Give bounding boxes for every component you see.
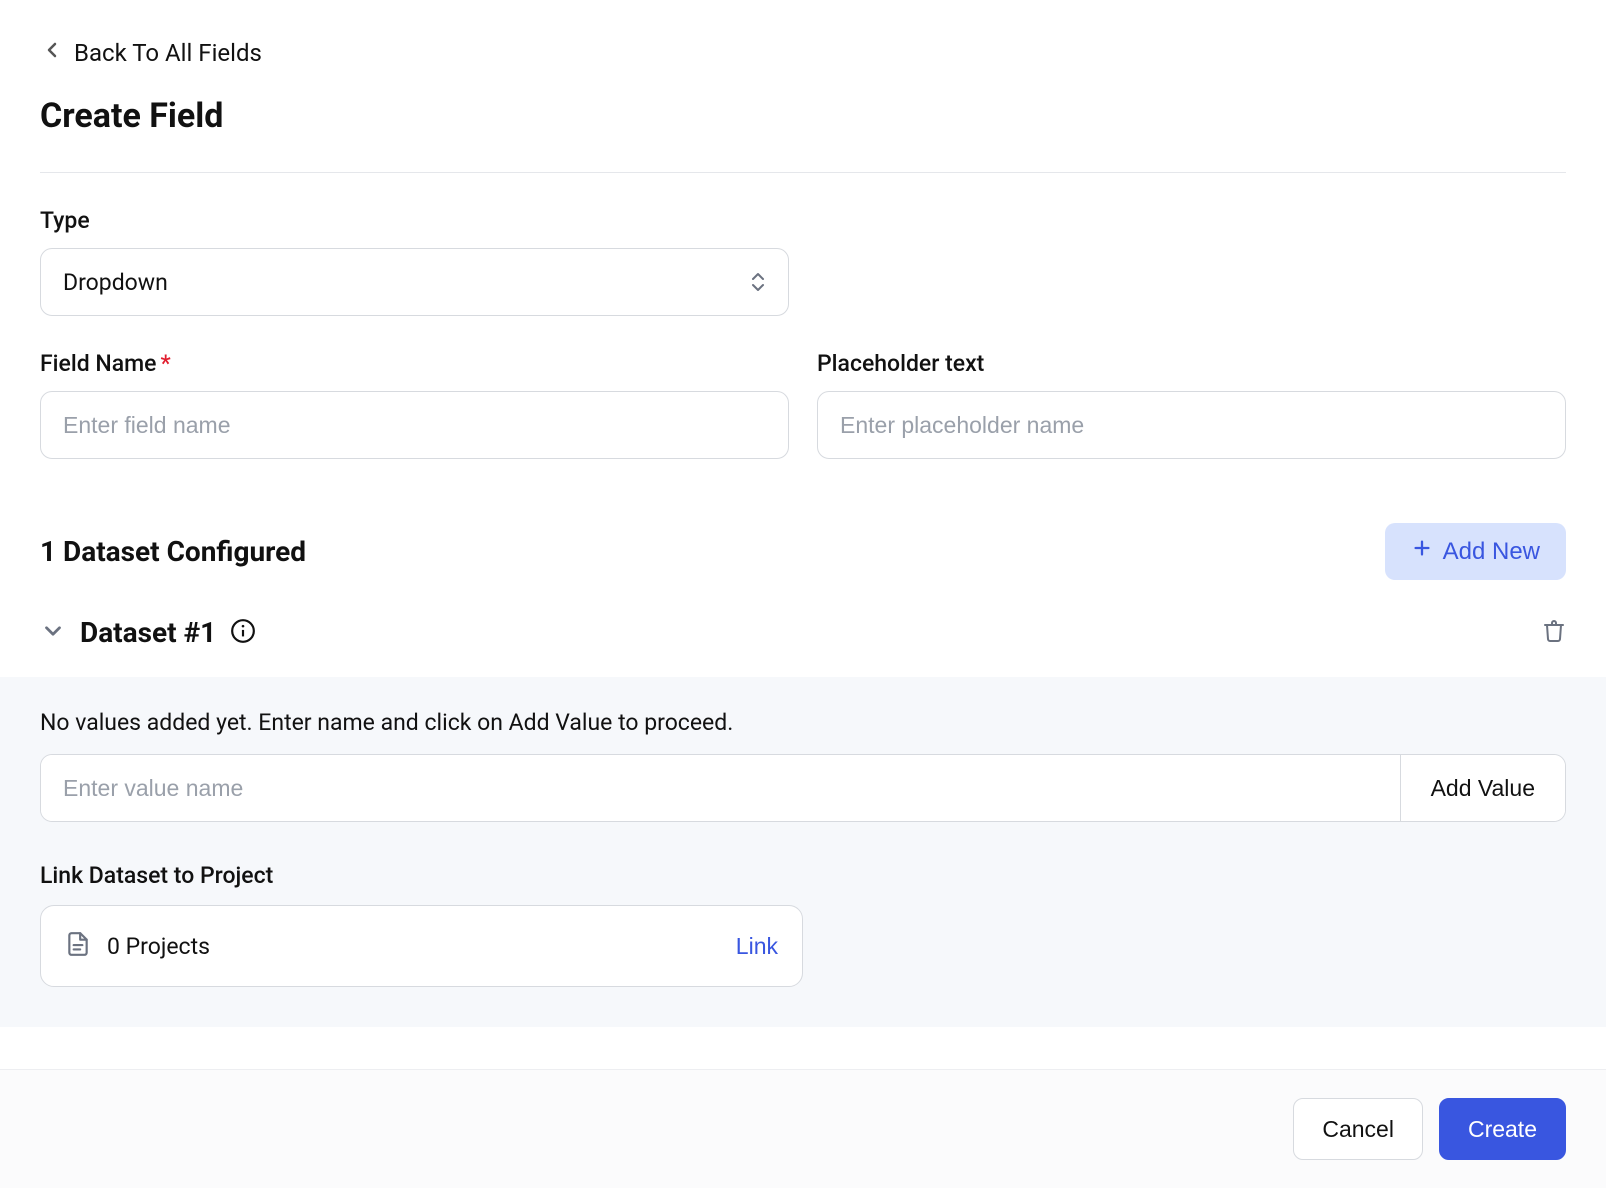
- placeholder-text-label: Placeholder text: [817, 350, 1566, 377]
- cancel-button[interactable]: Cancel: [1293, 1098, 1423, 1160]
- chevron-down-icon[interactable]: [40, 618, 66, 648]
- type-select-value: Dropdown: [63, 269, 168, 296]
- back-link[interactable]: Back To All Fields: [40, 38, 1566, 68]
- plus-icon: [1411, 537, 1433, 566]
- empty-values-message: No values added yet. Enter name and clic…: [40, 709, 1566, 736]
- divider: [40, 172, 1566, 173]
- create-button[interactable]: Create: [1439, 1098, 1566, 1160]
- page-title: Create Field: [40, 96, 1566, 136]
- info-icon[interactable]: [230, 618, 256, 648]
- back-link-label: Back To All Fields: [74, 39, 262, 67]
- select-arrows-icon: [750, 272, 766, 292]
- dataset-title: Dataset #1: [80, 616, 216, 649]
- type-label: Type: [40, 207, 789, 234]
- footer: Cancel Create: [0, 1069, 1606, 1188]
- add-value-button[interactable]: Add Value: [1400, 755, 1565, 821]
- projects-count: 0 Projects: [107, 933, 210, 960]
- value-name-input[interactable]: [41, 755, 1400, 821]
- required-star-icon: *: [160, 350, 170, 377]
- projects-box: 0 Projects Link: [40, 905, 803, 987]
- placeholder-text-input[interactable]: [817, 391, 1566, 459]
- link-dataset-label: Link Dataset to Project: [40, 862, 1566, 889]
- trash-icon[interactable]: [1542, 619, 1566, 647]
- value-row: Add Value: [40, 754, 1566, 822]
- add-new-button[interactable]: Add New: [1385, 523, 1566, 580]
- type-select[interactable]: Dropdown: [40, 248, 789, 316]
- dataset-body: No values added yet. Enter name and clic…: [0, 677, 1606, 1027]
- field-name-input[interactable]: [40, 391, 789, 459]
- link-button[interactable]: Link: [736, 933, 778, 960]
- chevron-left-icon: [40, 38, 64, 68]
- document-icon: [65, 931, 91, 961]
- field-name-label: Field Name*: [40, 350, 789, 377]
- field-name-label-text: Field Name: [40, 350, 156, 377]
- add-new-label: Add New: [1443, 538, 1540, 566]
- dataset-heading: 1 Dataset Configured: [40, 535, 306, 568]
